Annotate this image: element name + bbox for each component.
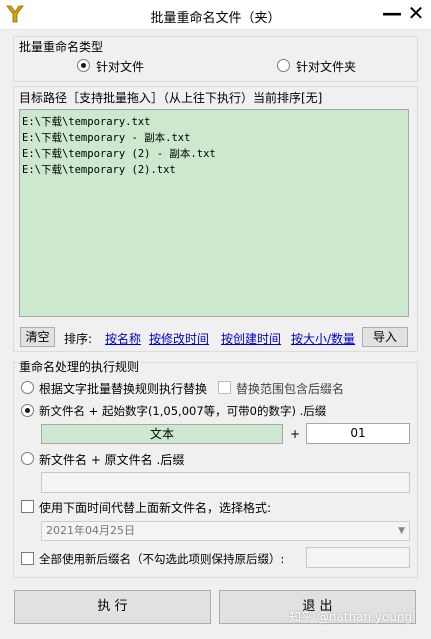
start-number-input[interactable]: 01	[306, 423, 410, 444]
target-path-label: 目标路径［支持批量拖入］（从上往下执行）当前排序[无]	[19, 91, 323, 105]
original-name-input[interactable]	[41, 472, 410, 493]
minimize-button[interactable]: —	[380, 2, 404, 26]
rule-original-name-radio[interactable]	[21, 452, 34, 465]
file-mode-label[interactable]: 针对文件	[96, 58, 144, 75]
rule-replace-label[interactable]: 根据文字批量替换规则执行替换	[39, 380, 207, 397]
list-item[interactable]: E:\下载\temporary (2).txt	[22, 162, 406, 178]
chevron-down-icon[interactable]: ▼	[398, 522, 405, 540]
use-time-checkbox[interactable]	[21, 500, 34, 513]
use-time-label[interactable]: 使用下面时间代替上面新文件名，选择格式:	[39, 499, 271, 516]
rename-rule-label: 重命名处理的执行规则	[19, 358, 142, 375]
clear-button[interactable]: 清空	[20, 327, 55, 347]
sort-label: 排序:	[64, 332, 93, 346]
path-list[interactable]: E:\下载\temporary.txt E:\下载\temporary - 副本…	[19, 109, 409, 317]
sort-by-modified-link[interactable]: 按修改时间	[149, 330, 209, 347]
execute-button[interactable]: 执 行	[14, 590, 211, 624]
import-button[interactable]: 导入	[362, 327, 408, 347]
date-format-value: 2021年04月25日	[46, 524, 135, 537]
sort-by-created-link[interactable]: 按创建时间	[221, 330, 281, 347]
sort-by-size-link[interactable]: 按大小/数量	[291, 330, 355, 347]
rule-number-radio[interactable]	[21, 404, 34, 417]
sort-by-name-link[interactable]: 按名称	[105, 330, 141, 347]
include-extension-label[interactable]: 替换范围包含后缀名	[236, 380, 344, 397]
date-format-select[interactable]: 2021年04月25日 ▼	[41, 521, 410, 541]
rule-original-name-label[interactable]: 新文件名 + 原文件名 .后缀	[39, 451, 184, 468]
folder-mode-label[interactable]: 针对文件夹	[296, 58, 356, 75]
new-name-input[interactable]: 文本	[41, 424, 283, 444]
file-mode-radio[interactable]	[77, 59, 90, 72]
rule-replace-radio[interactable]	[21, 381, 34, 394]
rule-number-label[interactable]: 新文件名 + 起始数字(1,05,007等，可带0的数字) .后缀	[39, 403, 326, 419]
include-extension-checkbox[interactable]	[218, 381, 231, 394]
list-item[interactable]: E:\下载\temporary.txt	[22, 114, 406, 130]
watermark-text: 知乎 @nathan.young	[289, 610, 413, 624]
list-item[interactable]: E:\下载\temporary - 副本.txt	[22, 130, 406, 146]
new-extension-input[interactable]	[306, 547, 410, 568]
title-bar: 批量重命名文件（夹） — ✕	[0, 0, 431, 30]
new-extension-label[interactable]: 全部使用新后缀名（不勾选此项则保持原后缀）:	[39, 551, 284, 567]
new-extension-checkbox[interactable]	[21, 552, 34, 565]
list-item[interactable]: E:\下载\temporary (2) - 副本.txt	[22, 146, 406, 162]
plus-sign: +	[290, 427, 301, 441]
folder-mode-radio[interactable]	[277, 59, 290, 72]
window-title: 批量重命名文件（夹）	[150, 11, 281, 26]
rename-type-label: 批量重命名类型	[19, 40, 104, 54]
close-button[interactable]: ✕	[404, 2, 428, 26]
